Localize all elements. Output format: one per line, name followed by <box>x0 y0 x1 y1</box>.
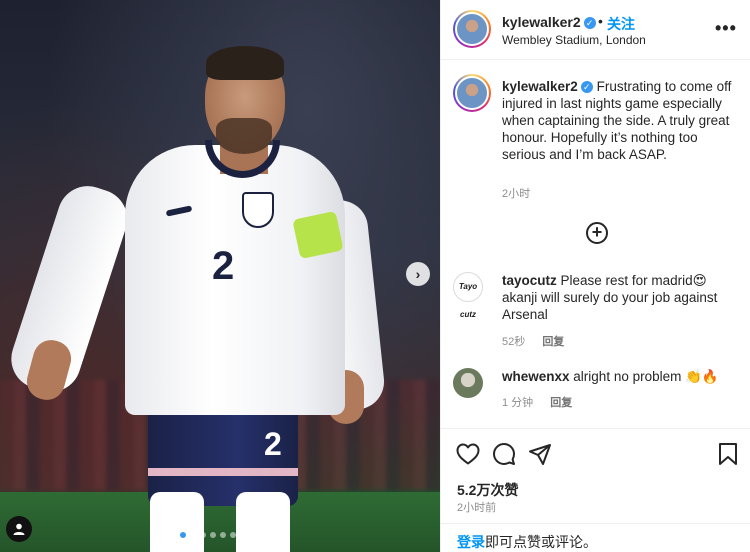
next-image-button[interactable]: › <box>406 262 430 286</box>
commenter-username[interactable]: tayocutz <box>502 273 557 288</box>
follow-button[interactable]: 关注 <box>607 14 635 34</box>
author-username[interactable]: kylewalker2 ✓ <box>502 14 596 30</box>
player-hair <box>206 46 284 80</box>
pagination-dot <box>260 532 266 538</box>
heart-icon <box>456 443 480 465</box>
login-link[interactable]: 登录 <box>457 534 485 550</box>
player-right-sock <box>236 492 290 552</box>
caption-timestamp: 2小时 <box>502 188 531 200</box>
share-button[interactable] <box>527 441 553 467</box>
comment-text: alright no problem 👏🔥 <box>573 369 719 384</box>
player-figure: 2 2 <box>3 40 387 552</box>
player-beard <box>216 118 272 154</box>
post-location[interactable]: Wembley Stadium, London <box>502 33 646 47</box>
save-button[interactable] <box>715 441 741 467</box>
reply-button[interactable]: 回复 <box>550 397 572 409</box>
post-header: kylewalker2 ✓ • 关注 Wembley Stadium, Londo… <box>441 0 750 60</box>
caption-body: kylewalker2 ✓ Frustrating to come off inj… <box>502 78 742 163</box>
pagination-dot <box>250 532 256 538</box>
login-prompt: 登录即可点赞或评论。 <box>441 523 750 552</box>
commenter-avatar[interactable]: Tayo cutz <box>453 272 483 319</box>
comment-timestamp: 1 分钟 <box>502 397 534 409</box>
caption-username[interactable]: kylewalker2 <box>502 79 578 94</box>
login-prompt-rest: 即可点赞或评论。 <box>485 534 597 550</box>
player-shirt <box>125 145 345 415</box>
pagination-dot <box>240 532 246 538</box>
login-prompt-text: 登录即可点赞或评论。 <box>457 532 597 552</box>
post-timestamp: 2小时前 <box>457 502 497 514</box>
pagination-dot <box>220 532 226 538</box>
verified-badge-icon: ✓ <box>580 81 593 93</box>
pagination-dot <box>190 532 196 538</box>
author-username-text[interactable]: kylewalker2 <box>502 14 581 30</box>
user-icon <box>13 523 25 535</box>
caption-author-avatar[interactable] <box>453 74 491 112</box>
image-pagination-dots <box>180 532 266 538</box>
load-more-comments-button[interactable]: + <box>586 222 608 244</box>
comment-meta: 52秒 回复 <box>502 333 578 349</box>
like-button[interactable] <box>455 441 481 467</box>
reply-button[interactable]: 回复 <box>542 336 564 348</box>
comment-timestamp: 52秒 <box>502 336 526 348</box>
header-separator: • <box>598 13 603 29</box>
author-avatar[interactable] <box>453 10 491 48</box>
england-crest <box>242 192 274 228</box>
shorts-number: 2 <box>264 426 282 462</box>
more-options-button[interactable]: ••• <box>715 18 737 39</box>
post-actions: 5.2万次赞 2小时前 登录即可点赞或评论。 <box>441 428 750 552</box>
like-count[interactable]: 5.2万次赞 <box>457 480 518 500</box>
shirt-number: 2 <box>212 244 235 288</box>
comment-button[interactable] <box>491 441 517 467</box>
player-left-sock <box>150 492 204 552</box>
pagination-dot <box>230 532 236 538</box>
post-sidebar: kylewalker2 ✓ • 关注 Wembley Stadium, Londo… <box>440 0 750 552</box>
pagination-dot <box>180 532 186 538</box>
comment-icon <box>493 443 515 465</box>
share-icon <box>529 444 551 465</box>
comment-text-block: whewenxx alright no problem 👏🔥 <box>502 368 742 385</box>
pagination-dot <box>200 532 206 538</box>
commenter-avatar[interactable] <box>453 368 483 398</box>
comment-text-block: tayocutz Please rest for madrid😍 akanji … <box>502 272 742 323</box>
comment-meta: 1 分钟 回复 <box>502 394 586 410</box>
pagination-dot <box>210 532 216 538</box>
verified-badge-icon: ✓ <box>583 17 596 29</box>
tagged-user-button[interactable] <box>6 516 32 542</box>
bookmark-icon <box>719 443 737 465</box>
post-image[interactable]: 2 2 › <box>0 0 440 552</box>
shorts-stripe <box>148 468 298 476</box>
commenter-username[interactable]: whewenxx <box>502 369 570 384</box>
